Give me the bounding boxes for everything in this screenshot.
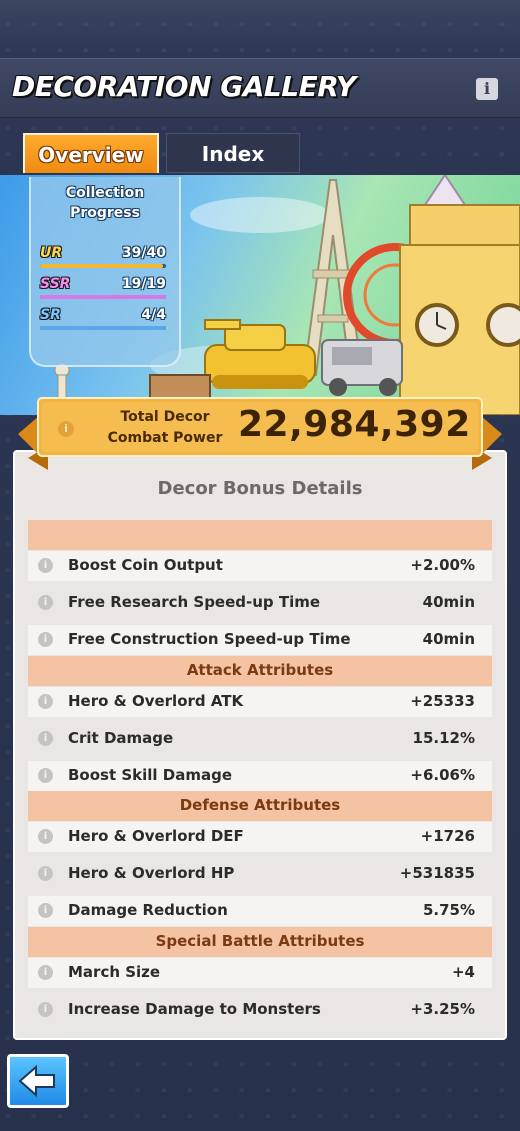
info-icon[interactable]: i [38,829,53,844]
stat-value: +6.06% [410,766,475,784]
info-icon[interactable]: i [38,558,53,573]
info-icon[interactable]: i [38,1002,53,1017]
stat-value: +25333 [410,692,475,710]
stat-row: i Crit Damage 15.12% [28,724,492,754]
section-header [28,520,492,550]
stat-label: Free Construction Speed-up Time [68,630,351,648]
rarity-ssr-label: SSR [40,276,71,292]
stat-label: Free Research Speed-up Time [68,593,321,611]
stat-row: i Boost Coin Output +2.00% [28,551,492,581]
stat-row: i Hero & Overlord ATK +25333 [28,687,492,717]
stat-row: i Free Construction Speed-up Time 40min [28,625,492,655]
info-icon[interactable]: i [38,768,53,783]
stat-row: i Hero & Overlord DEF +1726 [28,822,492,852]
rarity-ur-label: UR [40,245,63,261]
tab-index[interactable]: Index [166,133,300,173]
combat-power-label: Total Decor Combat Power [107,409,223,446]
rarity-sr-label: SR [40,307,61,323]
rarity-ur-bar [40,264,166,268]
section-header: Defense Attributes [28,791,492,821]
stat-value: 40min [422,630,475,648]
bonus-details-title: Decor Bonus Details [157,478,363,499]
info-icon[interactable]: i [38,632,53,647]
stat-value: 40min [422,593,475,611]
rarity-ur-count: 39/40 [121,245,166,261]
info-icon[interactable]: i [38,866,53,881]
stat-value: 15.12% [412,729,475,747]
info-icon[interactable]: i [38,595,53,610]
info-icon[interactable]: i [38,965,53,980]
info-icon[interactable]: i [38,731,53,746]
back-arrow-icon [18,1064,55,1098]
stat-value: +531835 [399,864,475,882]
stat-row: i Increase Damage to Monsters +3.25% [28,995,492,1025]
stat-value: +3.25% [410,1000,475,1018]
stat-label: Boost Coin Output [68,556,223,574]
stat-label: Hero & Overlord ATK [68,692,244,710]
info-icon[interactable]: i [38,903,53,918]
collection-progress-title: Collection Progress [29,183,181,223]
rarity-sr-count: 4/4 [141,307,166,323]
rarity-sr-bar [40,326,166,330]
clock-tower-icon [399,175,520,415]
section-title: Special Battle Attributes [155,932,365,950]
info-icon[interactable]: i [476,78,498,100]
rarity-ssr-bar [40,295,166,299]
rarity-sr-fill [40,326,166,330]
stat-label: March Size [68,963,161,981]
stat-value: 5.75% [422,901,475,919]
section-header: Attack Attributes [28,656,492,686]
page-title: DECORATION GALLERY [12,70,356,103]
stat-row: i Free Research Speed-up Time 40min [28,588,492,618]
stat-label: Crit Damage [68,729,174,747]
stat-value: +4 [451,963,475,981]
stat-label: Damage Reduction [68,901,228,919]
stat-row: i Hero & Overlord HP +531835 [28,859,492,889]
rarity-ur-fill [40,264,163,268]
stat-value: +1726 [420,827,475,845]
back-button[interactable] [7,1054,69,1108]
tank-icon [204,319,316,389]
info-icon[interactable]: i [38,694,53,709]
rarity-ssr-count: 19/19 [121,276,166,292]
stat-row: i Boost Skill Damage +6.06% [28,761,492,791]
stat-label: Boost Skill Damage [68,766,233,784]
rarity-ssr-fill [40,295,166,299]
stat-label: Hero & Overlord DEF [68,827,244,845]
section-title: Defense Attributes [179,796,341,814]
section-title: Attack Attributes [186,661,334,679]
combat-power-value: 22,984,392 [238,404,471,445]
jeep-icon [321,339,403,396]
collection-progress-label: Collection Progress [65,185,145,221]
stat-label: Increase Damage to Monsters [68,1000,321,1018]
combat-power-info-icon[interactable]: i [58,421,74,437]
stat-label: Hero & Overlord HP [68,864,235,882]
stat-row: i March Size +4 [28,958,492,988]
section-header: Special Battle Attributes [28,927,492,957]
stat-row: i Damage Reduction 5.75% [28,896,492,926]
stat-value: +2.00% [410,556,475,574]
tab-overview[interactable]: Overview [23,133,159,173]
